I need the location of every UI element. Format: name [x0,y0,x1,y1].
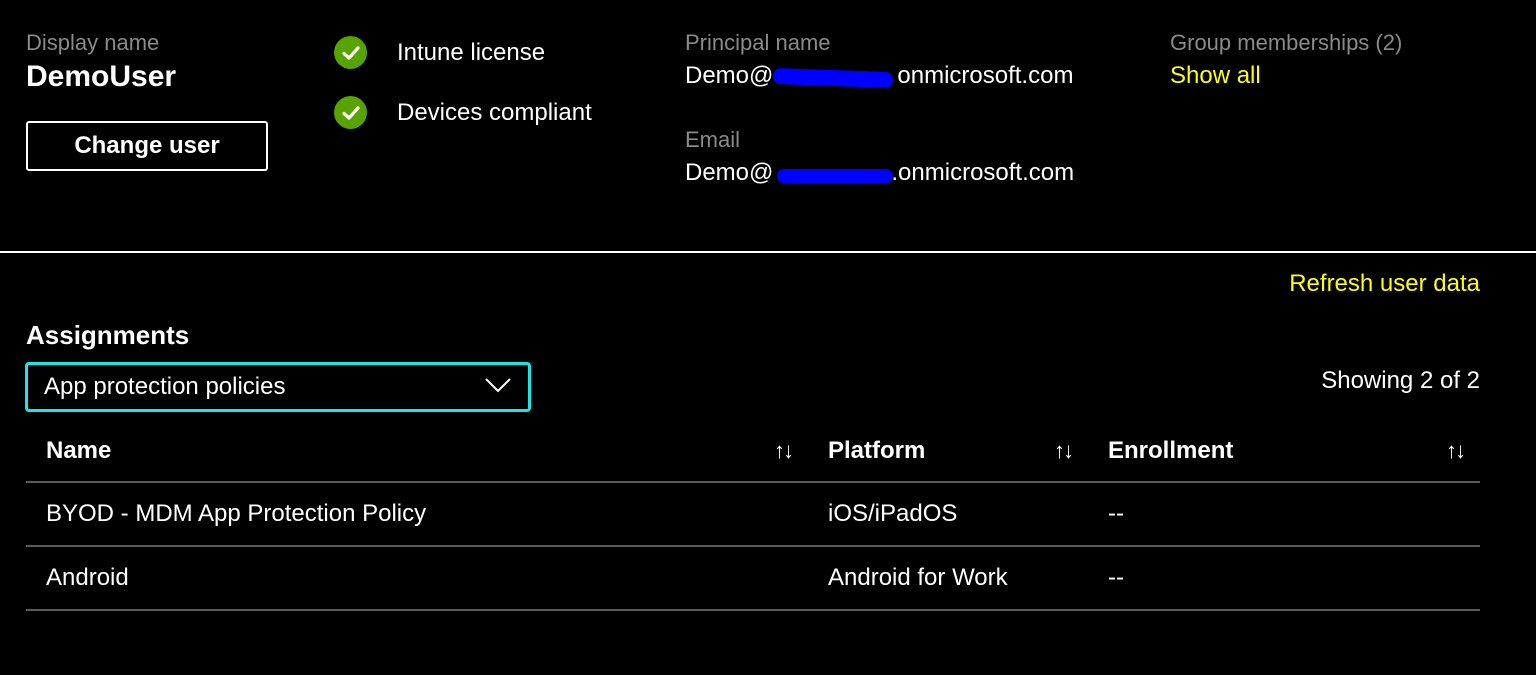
cell-platform: Android for Work [828,564,1008,591]
group-memberships-label: Group memberships (2) [1170,30,1403,55]
status-label: Intune license [397,38,546,66]
redaction-mark [772,67,894,89]
sort-icon[interactable]: ↑↓ [774,438,794,464]
principal-name-prefix: Demo@ [685,62,774,89]
table-row[interactable]: Android Android for Work -- [26,547,1480,611]
display-name-label: Display name [26,30,160,55]
section-divider [0,251,1536,253]
column-header-enrollment[interactable]: Enrollment ↑↓ [1088,437,1480,465]
assignments-heading: Assignments [26,320,190,350]
cell-name: Android [46,564,129,591]
status-label: Devices compliant [397,98,592,126]
column-header-label: Platform [828,436,926,464]
principal-name-value: Demo@ onmicrosoft.com [685,62,1073,90]
chevron-down-icon [484,376,512,399]
principal-name-label: Principal name [685,30,831,55]
show-all-link[interactable]: Show all [1170,62,1402,90]
column-header-name[interactable]: Name ↑↓ [26,437,808,465]
table-row[interactable]: BYOD - MDM App Protection Policy iOS/iPa… [26,483,1480,547]
user-summary-page: Display name DemoUser Change user Intune… [0,0,1536,675]
cell-platform: iOS/iPadOS [828,500,958,527]
redaction-mark [777,169,893,183]
column-header-label: Enrollment [1108,436,1234,464]
column-header-platform[interactable]: Platform ↑↓ [808,437,1088,465]
cell-name: BYOD - MDM App Protection Policy [46,500,427,527]
principal-name-block: Principal name Demo@ onmicrosoft.com [685,30,1073,90]
sort-icon[interactable]: ↑↓ [1446,438,1466,464]
refresh-user-data-link[interactable]: Refresh user data [1289,270,1480,298]
status-intune-license: Intune license [334,36,545,69]
principal-name-suffix: onmicrosoft.com [897,62,1074,89]
sort-icon[interactable]: ↑↓ [1054,438,1074,464]
email-label: Email [685,127,741,152]
checkmark-icon [334,96,367,129]
group-memberships-block: Group memberships (2) Show all [1170,30,1402,90]
table-header-row: Name ↑↓ Platform ↑↓ Enrollment ↑↓ [26,420,1480,483]
email-value: Demo@ .onmicrosoft.com [685,159,1074,187]
email-prefix: Demo@ [685,159,774,186]
dropdown-selected-value: App protection policies [44,373,286,400]
column-header-label: Name [46,436,112,464]
status-devices-compliant: Devices compliant [334,96,592,129]
change-user-button[interactable]: Change user [26,121,268,171]
cell-enrollment: -- [1108,500,1124,527]
display-name-value: DemoUser [26,60,177,93]
showing-count: Showing 2 of 2 [1321,367,1480,394]
email-block: Email Demo@ .onmicrosoft.com [685,127,1074,187]
email-suffix: .onmicrosoft.com [891,159,1075,186]
display-name-block: Display name DemoUser [26,30,176,94]
assignment-type-dropdown[interactable]: App protection policies [25,362,531,412]
cell-enrollment: -- [1108,564,1124,591]
checkmark-icon [334,36,367,69]
assignments-table: Name ↑↓ Platform ↑↓ Enrollment ↑↓ BYOD -… [26,420,1480,611]
